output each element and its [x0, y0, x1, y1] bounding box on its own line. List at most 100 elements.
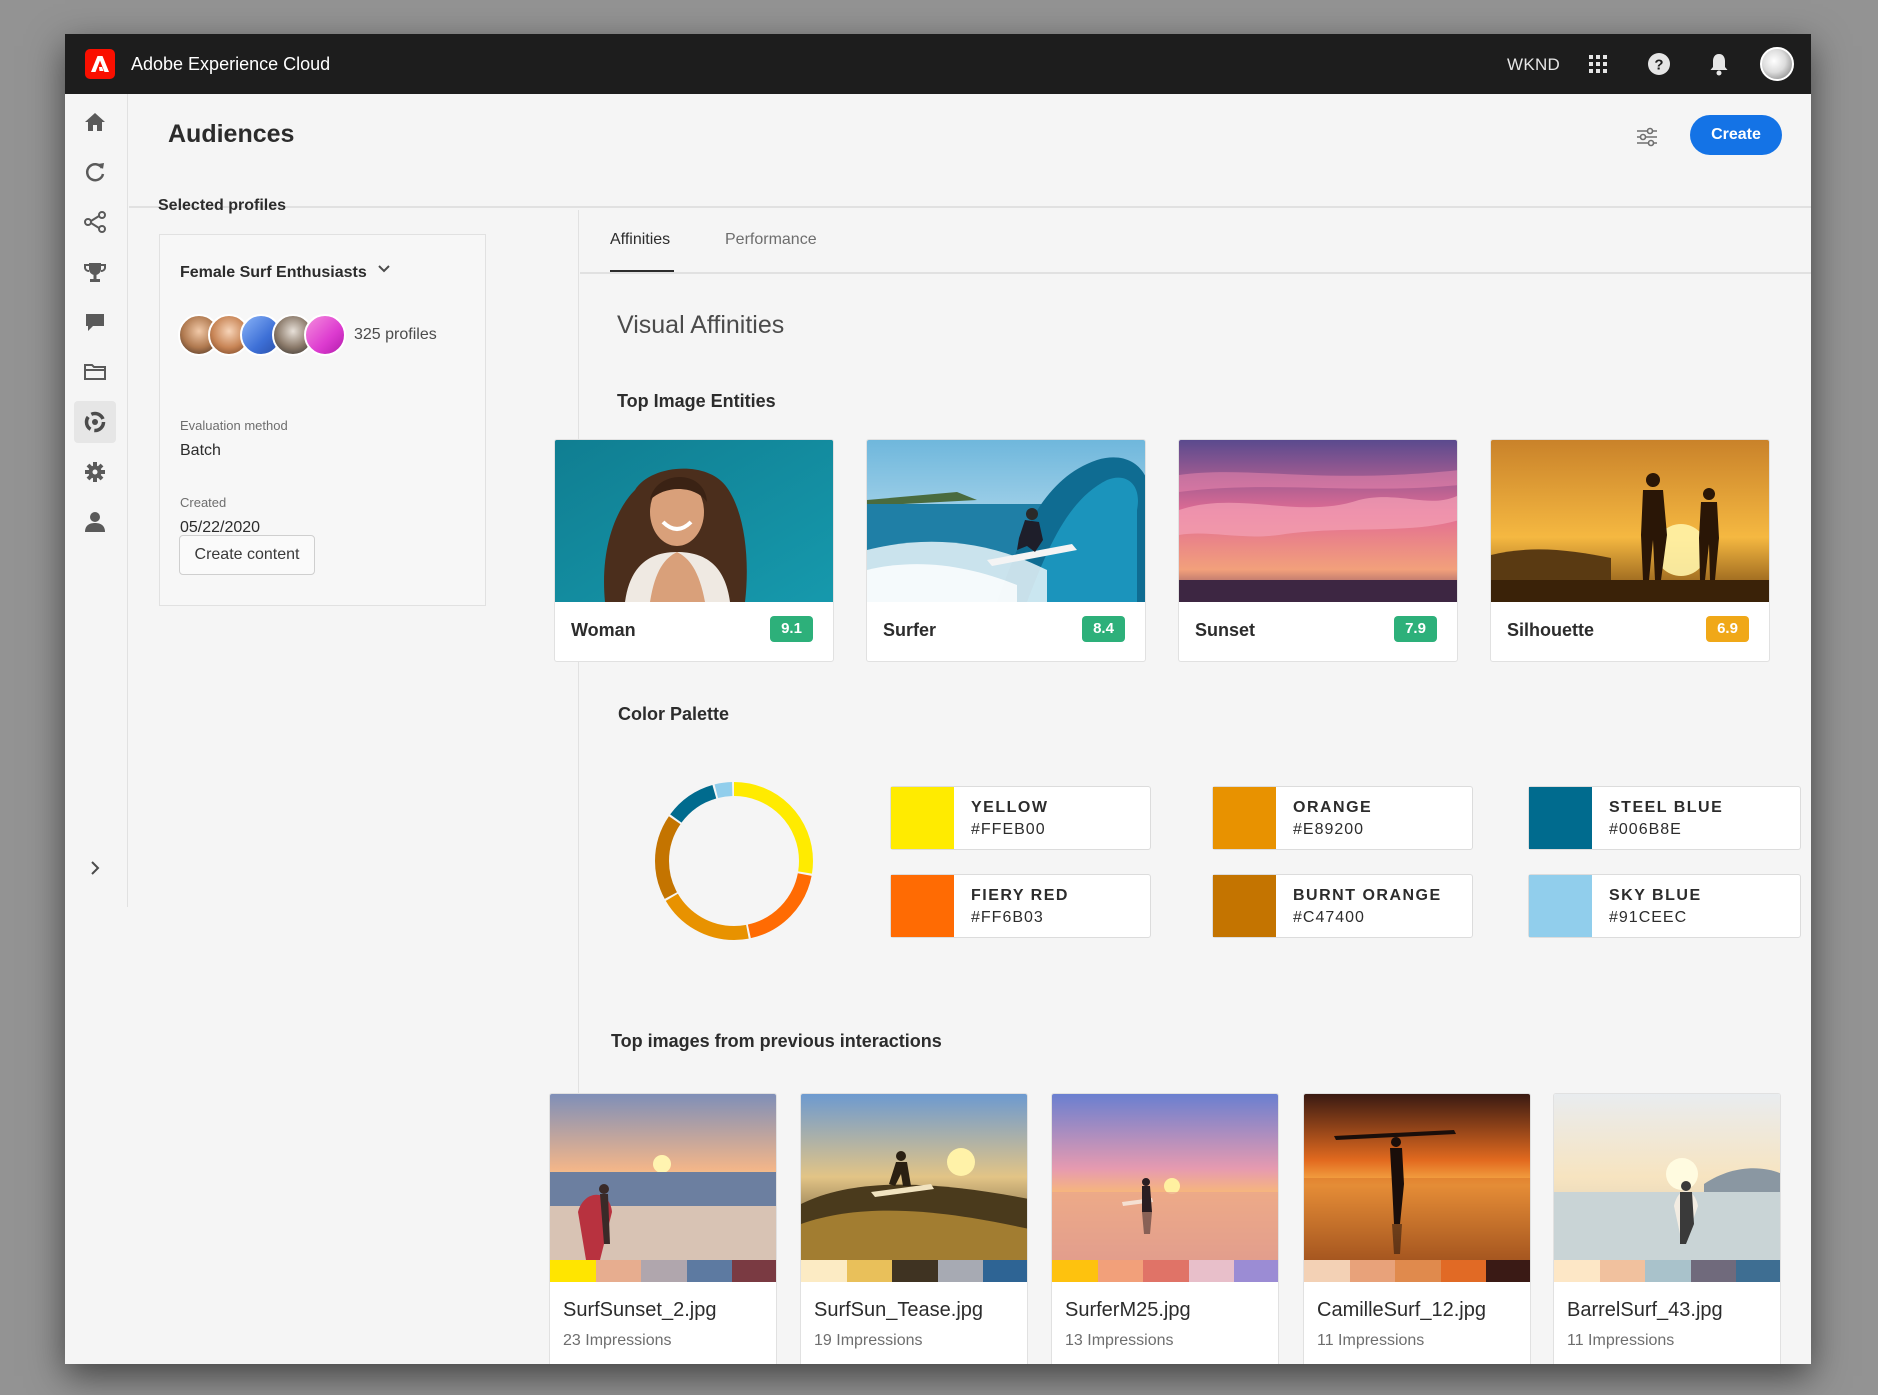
tab-affinities[interactable]: Affinities [610, 231, 670, 249]
profiles-count: 325 profiles [354, 326, 437, 343]
swatch-name: FIERY RED [971, 887, 1069, 904]
camillesurf-thumbnail [1304, 1094, 1530, 1260]
silhouette-image [1491, 440, 1769, 602]
swatch-chip [1529, 875, 1592, 937]
org-switcher[interactable]: WKND [1507, 55, 1560, 75]
created-label: Created [180, 495, 227, 510]
svg-text:?: ? [1654, 57, 1663, 74]
image-card[interactable]: SurfSun_Tease.jpg 19 Impressions [800, 1093, 1028, 1364]
user-icon[interactable] [74, 501, 116, 543]
profile-avatars [178, 314, 348, 356]
palette-strip [1304, 1260, 1530, 1282]
segment-name[interactable]: Female Surf Enthusiasts [180, 264, 367, 282]
image-card[interactable]: SurfSunset_2.jpg 23 Impressions [549, 1093, 777, 1364]
palette-strip [1052, 1260, 1278, 1282]
image-impressions: 13 Impressions [1065, 1332, 1174, 1349]
image-card[interactable]: BarrelSurf_43.jpg 11 Impressions [1553, 1093, 1781, 1364]
swatch-hex: #C47400 [1293, 909, 1365, 926]
swatch-hex: #91CEEC [1609, 909, 1688, 926]
evaluation-label: Evaluation method [180, 418, 288, 433]
image-filename: CamilleSurf_12.jpg [1317, 1299, 1486, 1321]
apps-grid-icon[interactable] [1584, 50, 1612, 78]
home-icon[interactable] [74, 101, 116, 143]
image-filename: SurfSun_Tease.jpg [814, 1299, 984, 1321]
image-card[interactable]: CamilleSurf_12.jpg 11 Impressions [1303, 1093, 1531, 1364]
image-impressions: 11 Impressions [1317, 1332, 1425, 1349]
sunset-image [1179, 440, 1457, 602]
bell-icon[interactable] [1705, 50, 1733, 78]
image-filename: SurfSunset_2.jpg [563, 1299, 717, 1321]
journey-icon[interactable] [74, 201, 116, 243]
help-icon[interactable]: ? [1645, 50, 1673, 78]
gear-icon[interactable] [74, 451, 116, 493]
swatch-yellow[interactable]: YELLOW #FFEB00 [890, 786, 1151, 850]
chat-icon[interactable] [74, 301, 116, 343]
swatch-chip [1529, 787, 1592, 849]
swatch-name: SKY BLUE [1609, 887, 1702, 904]
chevron-down-icon[interactable] [375, 260, 393, 278]
image-impressions: 19 Impressions [814, 1332, 923, 1349]
evaluation-value: Batch [180, 442, 221, 459]
swatch-hex: #E89200 [1293, 821, 1365, 838]
barrelsurf-thumbnail [1554, 1094, 1780, 1260]
surferm25-thumbnail [1052, 1094, 1278, 1260]
swatch-sky-blue[interactable]: SKY BLUE #91CEEC [1528, 874, 1801, 938]
swatch-name: BURNT ORANGE [1293, 887, 1442, 904]
entity-name: Sunset [1195, 620, 1256, 640]
entity-name: Surfer [883, 620, 937, 640]
entity-card[interactable]: Woman 9.1 [554, 439, 834, 662]
surfer-image [867, 440, 1145, 602]
swatch-fiery-red[interactable]: FIERY RED #FF6B03 [890, 874, 1151, 938]
entity-card[interactable]: Silhouette 6.9 [1490, 439, 1770, 662]
entity-card[interactable]: Surfer 8.4 [866, 439, 1146, 662]
swatch-name: ORANGE [1293, 799, 1373, 816]
image-impressions: 23 Impressions [563, 1332, 672, 1349]
entity-card[interactable]: Sunset 7.9 [1178, 439, 1458, 662]
swatch-name: STEEL BLUE [1609, 799, 1724, 816]
image-filename: SurferM25.jpg [1065, 1299, 1191, 1321]
trophy-icon[interactable] [74, 251, 116, 293]
selected-profiles-heading: Selected profiles [158, 197, 287, 214]
app-title[interactable]: Adobe Experience Cloud [131, 54, 330, 75]
user-avatar[interactable] [1760, 47, 1794, 81]
surfsun-thumbnail [801, 1094, 1027, 1260]
color-palette-heading: Color Palette [618, 704, 730, 724]
swatch-hex: #FFEB00 [971, 821, 1046, 838]
entity-score-badge: 6.9 [1706, 616, 1749, 642]
entity-name: Silhouette [1507, 620, 1595, 640]
sliders-icon[interactable] [1632, 122, 1662, 152]
create-button[interactable]: Create [1690, 115, 1782, 155]
image-impressions: 11 Impressions [1567, 1332, 1675, 1349]
swatch-orange[interactable]: ORANGE #E89200 [1212, 786, 1473, 850]
chevron-right-icon[interactable] [83, 856, 107, 880]
swatch-burnt-orange[interactable]: BURNT ORANGE #C47400 [1212, 874, 1473, 938]
swatch-chip [891, 787, 954, 849]
surfsunset-thumbnail [550, 1094, 776, 1260]
top-images-heading: Top images from previous interactions [611, 1031, 942, 1051]
adobe-logo-icon [91, 56, 109, 72]
left-rail [65, 94, 128, 907]
top-bar: Adobe Experience Cloud WKND ? [65, 34, 1811, 94]
image-filename: BarrelSurf_43.jpg [1567, 1299, 1723, 1321]
swatch-chip [1213, 875, 1276, 937]
audiences-icon[interactable] [74, 401, 116, 443]
top-image-entities-heading: Top Image Entities [617, 391, 776, 411]
swatch-hex: #FF6B03 [971, 909, 1044, 926]
refresh-icon[interactable] [74, 151, 116, 193]
app-window: Adobe Experience Cloud WKND ? Audiences … [65, 34, 1811, 1364]
folder-icon[interactable] [74, 351, 116, 393]
palette-strip [1554, 1260, 1780, 1282]
woman-image [555, 440, 833, 602]
palette-strip [801, 1260, 1027, 1282]
entity-name: Woman [571, 620, 636, 640]
swatch-name: YELLOW [971, 799, 1049, 816]
create-content-button[interactable]: Create content [179, 535, 315, 575]
swatch-hex: #006B8E [1609, 821, 1682, 838]
swatch-steel-blue[interactable]: STEEL BLUE #006B8E [1528, 786, 1801, 850]
adobe-logo[interactable] [85, 49, 115, 79]
tab-performance[interactable]: Performance [725, 231, 817, 249]
visual-affinities-title: Visual Affinities [617, 311, 785, 339]
page-header [129, 94, 1811, 208]
image-card[interactable]: SurferM25.jpg 13 Impressions [1051, 1093, 1279, 1364]
entity-score-badge: 9.1 [770, 616, 813, 642]
